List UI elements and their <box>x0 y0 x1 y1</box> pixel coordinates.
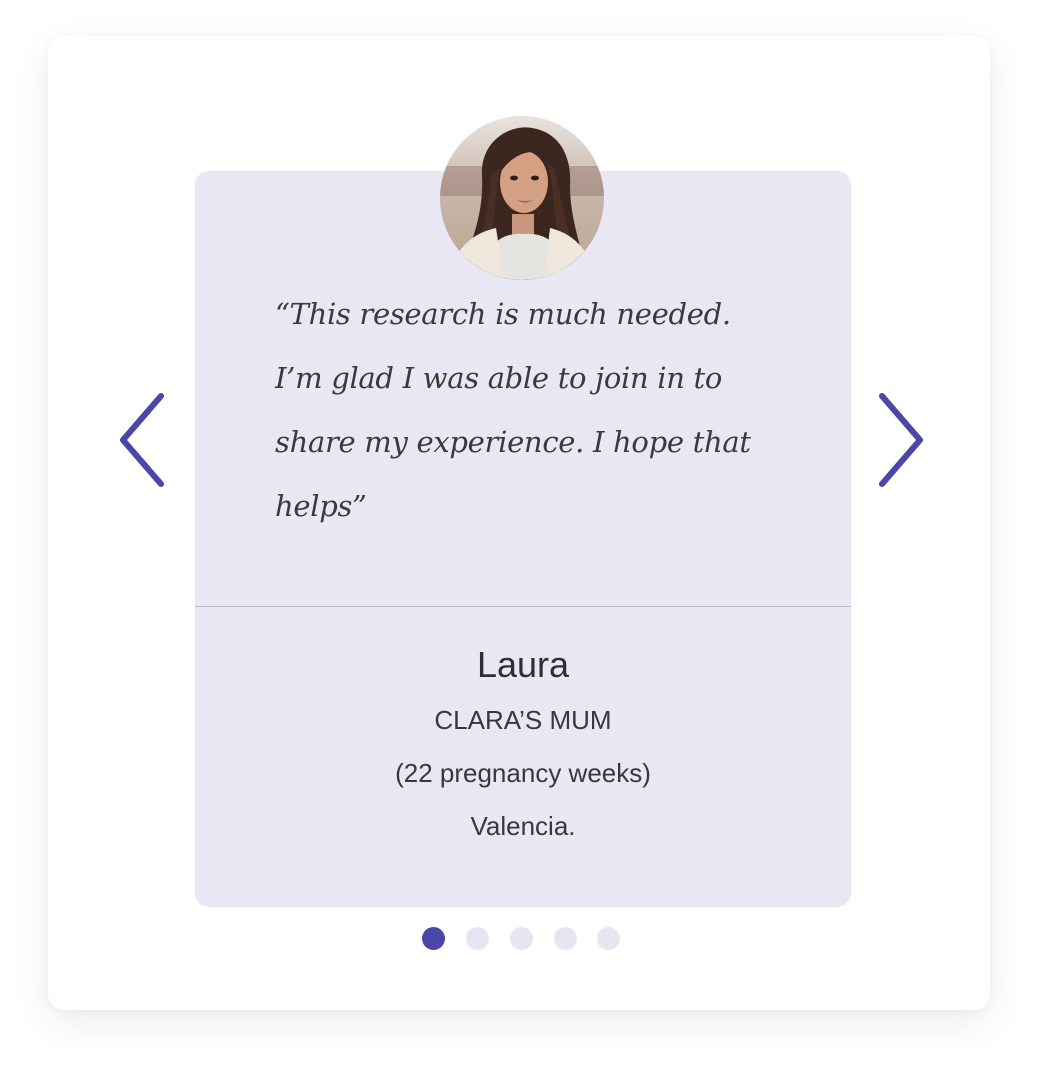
person-relation: CLARA’S MUM <box>434 705 612 735</box>
person-detail: (22 pregnancy weeks) <box>395 758 651 788</box>
person-name: Laura <box>476 644 570 685</box>
person-location: Valencia. <box>470 811 576 841</box>
chevron-right-icon <box>879 393 923 487</box>
avatar <box>440 116 604 280</box>
carousel-dot[interactable] <box>422 927 445 950</box>
testimonial-quote: “This research is much needed. I’m glad … <box>275 297 751 523</box>
carousel-dot[interactable] <box>554 927 577 950</box>
carousel-dot[interactable] <box>597 927 620 950</box>
divider <box>195 606 851 607</box>
carousel-dots <box>0 927 1038 951</box>
chevron-left-icon <box>120 393 164 487</box>
carousel-dot[interactable] <box>466 927 489 950</box>
carousel-dot[interactable] <box>510 927 533 950</box>
previous-button[interactable] <box>117 392 167 488</box>
avatar-photo <box>440 116 604 280</box>
next-button[interactable] <box>876 392 926 488</box>
